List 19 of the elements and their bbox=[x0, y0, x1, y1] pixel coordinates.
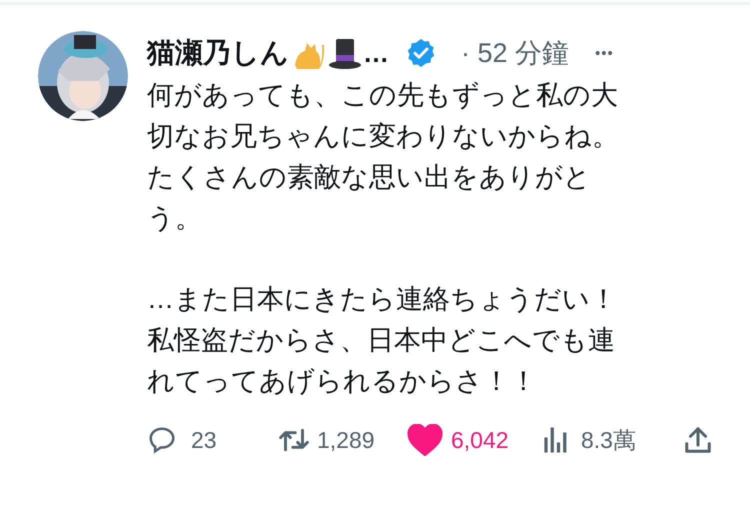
more-button[interactable]: ••• bbox=[595, 46, 614, 60]
tweet-text-line: う。 bbox=[147, 202, 203, 235]
timestamp[interactable]: · 52 分鐘 bbox=[461, 32, 570, 74]
action-count: 6,042 bbox=[451, 426, 509, 455]
tweet-text-line: 切なお兄ちゃんに変わりないからね。 bbox=[147, 120, 620, 153]
tweet-text-line: 何があっても、この先もずっと私の大 bbox=[147, 79, 619, 112]
action-count: 1,289 bbox=[317, 426, 375, 455]
share-icon[interactable] bbox=[683, 425, 713, 455]
tweet-text-line: …また日本にきたら連絡ちょうだい！ bbox=[147, 283, 618, 316]
action-count: 8.3萬 bbox=[581, 426, 636, 455]
heart-icon[interactable] bbox=[407, 424, 443, 456]
name-ellipsis: … bbox=[363, 36, 389, 70]
tweet-text-line: たくさんの素敵な思い出をありがと bbox=[147, 161, 592, 194]
bar-chart-icon[interactable] bbox=[543, 425, 569, 455]
tweet-text-line: 私怪盗だからさ、日本中どこへでも連 bbox=[147, 324, 616, 357]
display-name: 猫瀬乃しん bbox=[147, 36, 289, 70]
tweet-text-line: れてってあげられるからさ！！ bbox=[147, 365, 538, 398]
action-count: 23 bbox=[191, 426, 217, 455]
comment-icon[interactable] bbox=[147, 425, 177, 455]
